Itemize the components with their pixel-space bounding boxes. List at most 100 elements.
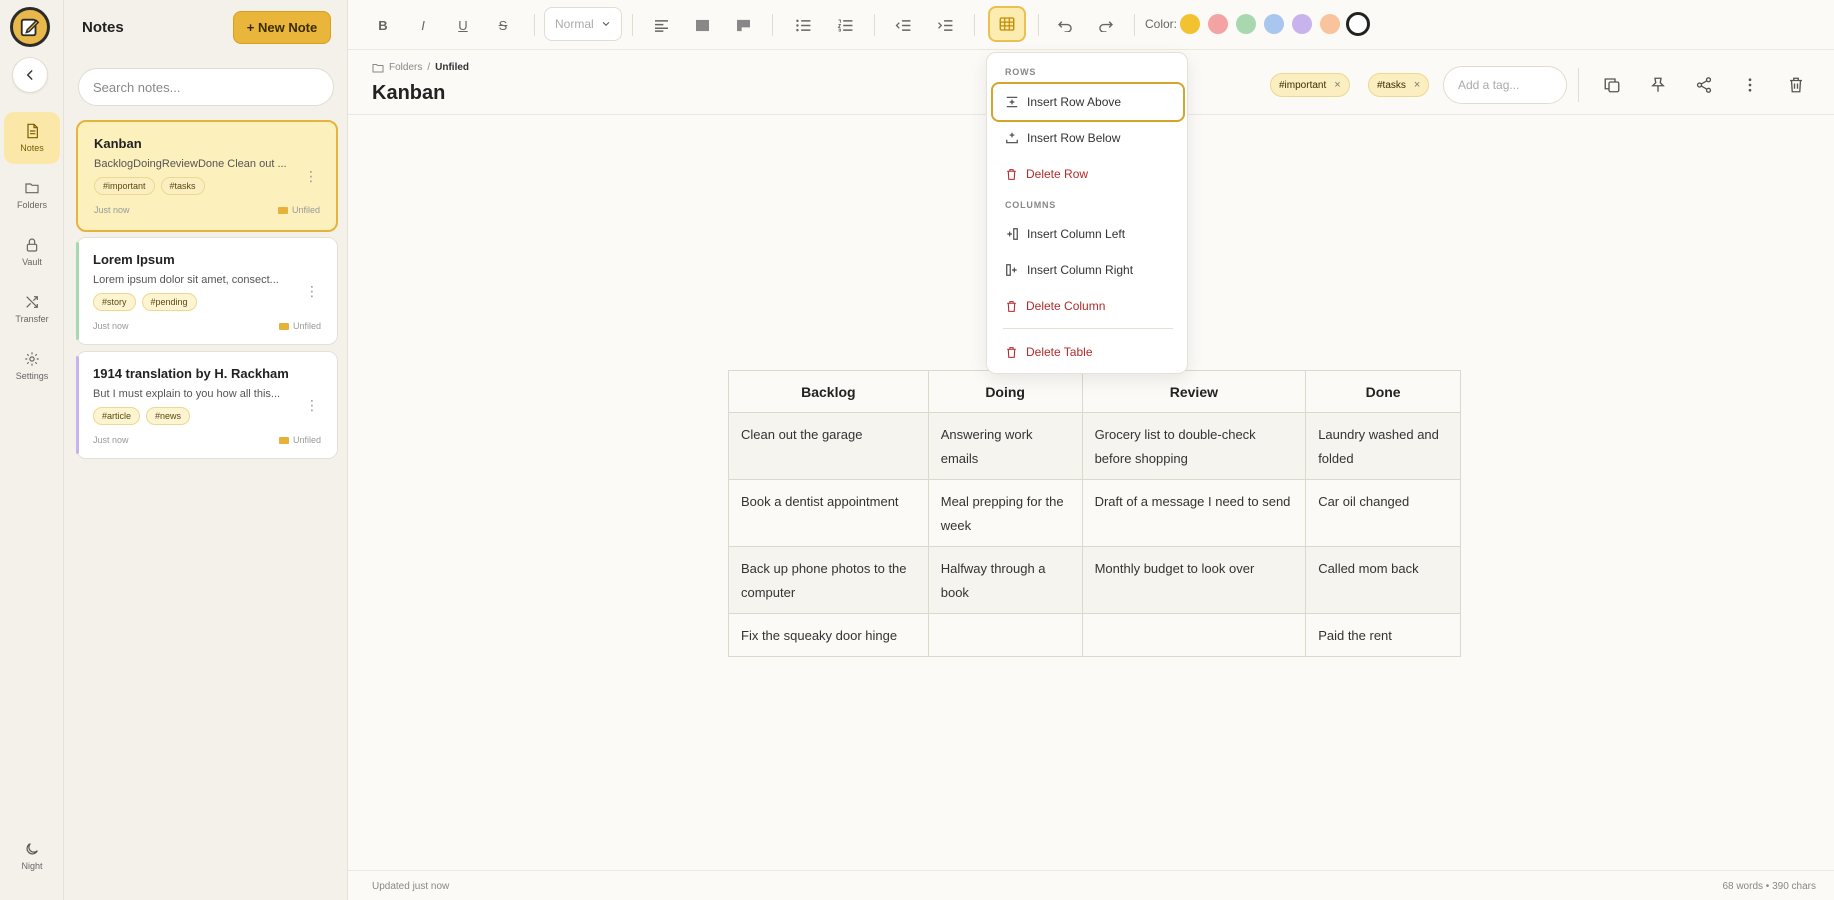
color-swatch-red[interactable]: [1208, 14, 1228, 34]
note-card-1914-translation[interactable]: 1914 translation by H. Rackham But I mus…: [76, 351, 338, 459]
numbered-list-button[interactable]: [832, 13, 858, 37]
table-cell[interactable]: Paid the rent: [1305, 613, 1461, 657]
rail-item-transfer[interactable]: Transfer: [4, 283, 60, 335]
bold-button[interactable]: B: [370, 13, 396, 37]
insert-row-above-item[interactable]: Insert Row Above: [991, 82, 1185, 122]
redo-button[interactable]: [1092, 13, 1118, 37]
new-note-button[interactable]: + New Note: [233, 11, 331, 44]
align-left-button[interactable]: [648, 13, 674, 37]
note-card-preview: BacklogDoingReviewDone Clean out ...: [94, 158, 287, 170]
lock-icon: [26, 238, 38, 252]
toolbar-divider: [772, 14, 773, 36]
note-tag-tasks[interactable]: #tasks ×: [1368, 73, 1430, 97]
remove-tag-button[interactable]: ×: [1334, 79, 1340, 91]
folder-icon: [25, 183, 39, 194]
insert-column-right-item[interactable]: Insert Column Right: [993, 253, 1183, 287]
note-card-lorem-ipsum[interactable]: Lorem Ipsum Lorem ipsum dolor sit amet, …: [76, 237, 338, 345]
remove-tag-button[interactable]: ×: [1414, 79, 1420, 91]
breadcrumb-root[interactable]: Folders: [389, 62, 422, 73]
table-cell[interactable]: Draft of a message I need to send: [1081, 479, 1307, 547]
table-header-row: Backlog Doing Review Done: [728, 370, 1461, 413]
table-cell[interactable]: Laundry washed and folded: [1305, 412, 1461, 480]
rail-item-notes[interactable]: Notes: [4, 112, 60, 164]
rail-label: Transfer: [15, 314, 49, 324]
note-tag-label: #tasks: [1377, 79, 1406, 91]
rail-item-folders[interactable]: Folders: [4, 169, 60, 221]
more-vertical-icon[interactable]: ⋮: [305, 284, 319, 298]
table-cell[interactable]: Back up phone photos to the computer: [728, 546, 929, 614]
bullet-list-button[interactable]: [790, 13, 816, 37]
color-swatch-purple[interactable]: [1292, 14, 1312, 34]
delete-table-item[interactable]: Delete Table: [993, 335, 1183, 369]
insert-row-above-icon: [1006, 96, 1018, 108]
underline-button[interactable]: U: [450, 13, 476, 37]
table-cell[interactable]: [927, 613, 1083, 657]
table-cell[interactable]: Called mom back: [1305, 546, 1461, 614]
indent-button[interactable]: [932, 13, 958, 37]
collapse-sidebar-button[interactable]: [12, 57, 48, 93]
night-label: Night: [21, 861, 43, 871]
align-center-button[interactable]: [689, 13, 715, 37]
note-accent: [76, 242, 79, 340]
table-cell[interactable]: Meal prepping for the week: [927, 479, 1083, 547]
undo-button[interactable]: [1052, 13, 1078, 37]
color-swatch-yellow[interactable]: [1180, 14, 1200, 34]
table-cell[interactable]: Clean out the garage: [728, 412, 929, 480]
table-cell[interactable]: Grocery list to double-check before shop…: [1081, 412, 1307, 480]
block-format-select[interactable]: Normal: [544, 7, 622, 41]
more-vertical-icon[interactable]: ⋮: [304, 169, 318, 183]
add-tag-input[interactable]: [1443, 66, 1567, 104]
insert-column-left-item[interactable]: Insert Column Left: [993, 217, 1183, 251]
more-vertical-icon[interactable]: ⋮: [305, 398, 319, 412]
table-cell[interactable]: Answering work emails: [927, 412, 1083, 480]
pin-button[interactable]: [1646, 73, 1670, 97]
rail-label: Folders: [16, 200, 47, 210]
duplicate-button[interactable]: [1600, 73, 1624, 97]
color-swatch-orange[interactable]: [1320, 14, 1340, 34]
table-cell[interactable]: [1081, 613, 1307, 657]
rail-item-settings[interactable]: Settings: [4, 340, 60, 392]
rail-item-vault[interactable]: Vault: [4, 226, 60, 278]
app-logo: [10, 7, 50, 47]
outdent-button[interactable]: [890, 13, 916, 37]
trash-icon: [1790, 77, 1802, 93]
note-card-kanban[interactable]: Kanban BacklogDoingReviewDone Clean out …: [76, 120, 338, 232]
notes-panel-title: Notes: [82, 19, 124, 36]
table-cell[interactable]: Monthly budget to look over: [1081, 546, 1307, 614]
table-cell[interactable]: Halfway through a book: [927, 546, 1083, 614]
breadcrumb: Folders / Unfiled: [372, 62, 469, 73]
table-header-cell[interactable]: Doing: [927, 370, 1083, 413]
insert-row-below-item[interactable]: Insert Row Below: [993, 121, 1183, 155]
night-mode-toggle[interactable]: Night: [4, 830, 60, 882]
delete-note-button[interactable]: [1784, 73, 1808, 97]
italic-button[interactable]: I: [410, 13, 436, 37]
table-header-cell[interactable]: Done: [1305, 370, 1461, 413]
page-title[interactable]: Kanban: [372, 82, 445, 105]
insert-column-right-icon: [1006, 264, 1017, 276]
color-swatch-green[interactable]: [1236, 14, 1256, 34]
table-header-cell[interactable]: Review: [1081, 370, 1307, 413]
table-cell[interactable]: Fix the squeaky door hinge: [728, 613, 929, 657]
note-tag-important[interactable]: #important ×: [1270, 73, 1350, 97]
table-row: Clean out the garage Answering work emai…: [728, 412, 1461, 480]
align-right-button[interactable]: [730, 13, 756, 37]
gear-icon: [25, 352, 39, 366]
table-row: Fix the squeaky door hinge Paid the rent: [728, 613, 1461, 657]
strikethrough-button[interactable]: S: [490, 13, 516, 37]
more-options-button[interactable]: [1738, 73, 1762, 97]
share-button[interactable]: [1692, 73, 1716, 97]
table-cell[interactable]: Book a dentist appointment: [728, 479, 929, 547]
table-button[interactable]: [988, 6, 1026, 42]
kanban-table[interactable]: Backlog Doing Review Done Clean out the …: [728, 370, 1461, 657]
search-input[interactable]: [78, 68, 334, 106]
table-row: Book a dentist appointment Meal prepping…: [728, 479, 1461, 547]
color-label: Color:: [1145, 17, 1178, 31]
color-swatch-blue[interactable]: [1264, 14, 1284, 34]
delete-column-item[interactable]: Delete Column: [993, 289, 1183, 323]
color-swatch-none[interactable]: [1346, 12, 1370, 36]
delete-row-item[interactable]: Delete Row: [993, 157, 1183, 191]
insert-column-left-icon: [1007, 228, 1018, 240]
folder-icon: [278, 436, 289, 444]
table-header-cell[interactable]: Backlog: [728, 370, 929, 413]
table-cell[interactable]: Car oil changed: [1305, 479, 1461, 547]
